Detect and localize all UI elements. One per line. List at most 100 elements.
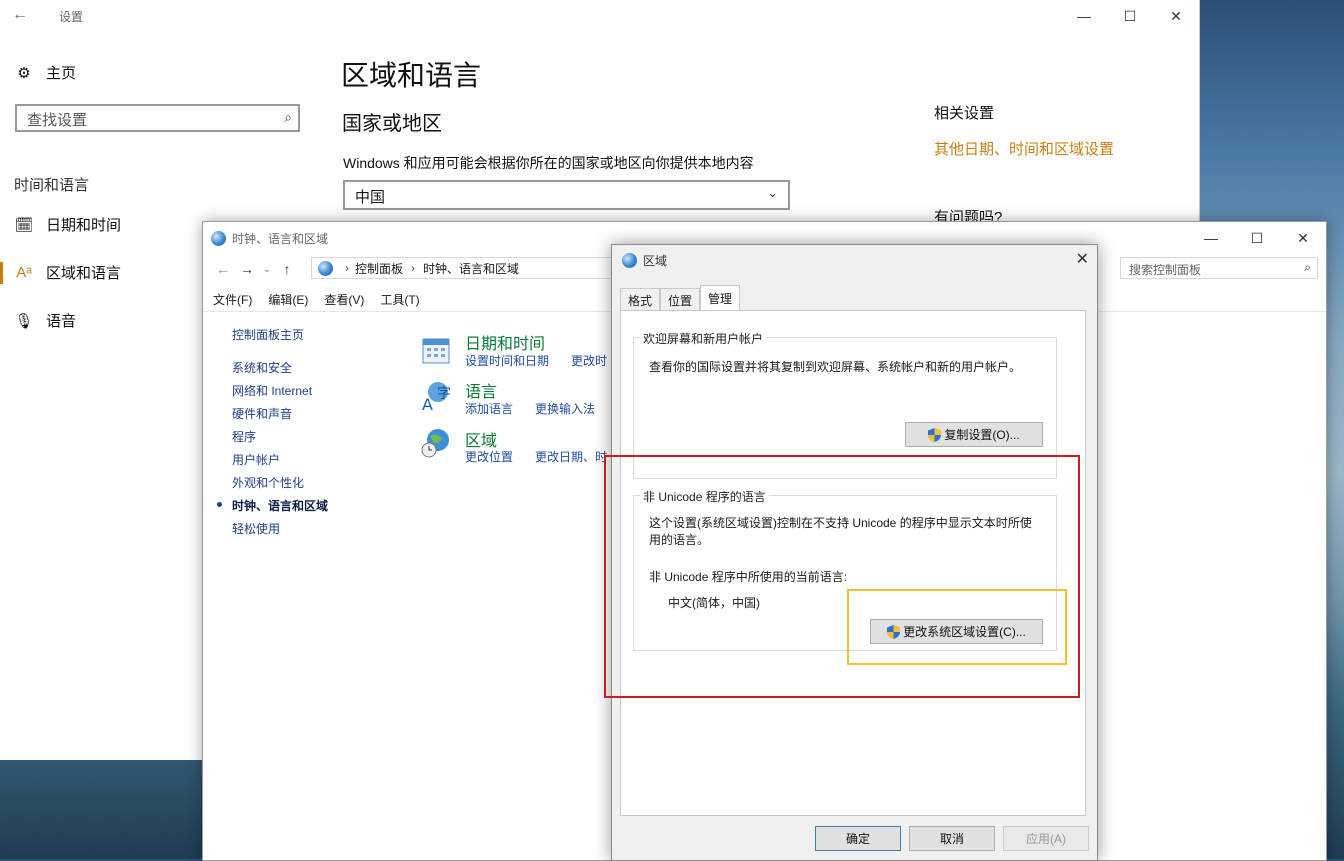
administrative-panel: 欢迎屏幕和新用户帐户 查看你的国际设置并将其复制到欢迎屏幕、系统帐户和新的用户帐… (620, 310, 1086, 816)
region-dialog: 区域 ✕ 格式 位置 管理 欢迎屏幕和新用户帐户 查看你的国际设置并将其复制到欢… (611, 244, 1098, 861)
close-icon[interactable]: ✕ (1280, 222, 1326, 254)
recent-chevron-icon[interactable]: ⌄ (259, 264, 275, 275)
sidebar-item-label: 日期和时间 (46, 217, 122, 234)
sidebar-item-user-accounts[interactable]: 用户帐户 (232, 451, 280, 468)
maximize-icon[interactable]: ☐ (1107, 0, 1153, 32)
sidebar-item-network[interactable]: 网络和 Internet (232, 382, 312, 399)
change-system-locale-label: 更改系统区域设置(C)... (903, 625, 1026, 639)
sidebar-item-programs[interactable]: 程序 (232, 428, 256, 445)
language-icon[interactable]: 字 A (420, 380, 452, 412)
non-unicode-description: 这个设置(系统区域设置)控制在不支持 Unicode 的程序中显示文本时所使 用… (649, 515, 1057, 549)
sidebar-item-speech[interactable]: 🎙 语音 (14, 310, 76, 331)
menu-edit[interactable]: 编辑(E) (268, 291, 308, 308)
sidebar-item-label: 语音 (46, 313, 77, 330)
tab-location[interactable]: 位置 (660, 288, 701, 311)
minimize-icon[interactable]: — (1061, 0, 1107, 32)
category-date-time-title[interactable]: 日期和时间 (465, 330, 545, 354)
control-panel-icon (318, 260, 333, 276)
minimize-icon[interactable]: — (1188, 222, 1234, 254)
menu-view[interactable]: 查看(V) (324, 291, 364, 308)
copy-settings-button[interactable]: 复制设置(O)... (905, 422, 1043, 447)
cp-window-controls: — ☐ ✕ (1188, 222, 1326, 254)
ok-button[interactable]: 确定 (815, 826, 901, 851)
change-system-locale-button[interactable]: 更改系统区域设置(C)... (870, 619, 1043, 644)
link-change-location[interactable]: 更改位置 (465, 448, 513, 465)
link-add-language[interactable]: 添加语言 (465, 400, 513, 417)
chevron-down-icon: ⌄ (767, 185, 778, 200)
uac-shield-icon (928, 427, 942, 442)
globe-clock-icon[interactable] (420, 427, 452, 459)
sidebar-item-hardware-sound[interactable]: 硬件和声音 (232, 405, 292, 422)
back-arrow-icon[interactable]: ← (211, 261, 235, 277)
sidebar-item-cp-home[interactable]: 控制面板主页 (232, 326, 304, 343)
cancel-button[interactable]: 取消 (909, 826, 995, 851)
cp-search-input[interactable]: 搜索控制面板 ⌕ (1120, 257, 1318, 279)
link-change-timezone[interactable]: 更改时 (571, 352, 607, 369)
svg-text:A: A (422, 395, 433, 412)
country-description: Windows 和应用可能会根据你所在的国家或地区向你提供本地内容 (343, 155, 754, 171)
selected-indicator (0, 262, 3, 284)
menu-bar: 文件(F) 编辑(E) 查看(V) 工具(T) (213, 291, 420, 308)
maximize-icon[interactable]: ☐ (1234, 222, 1280, 254)
gear-icon: ⚙ (17, 64, 31, 82)
welcome-group-description: 查看你的国际设置并将其复制到欢迎屏幕、系统帐户和新的用户帐户。 (649, 360, 1022, 374)
non-unicode-legend: 非 Unicode 程序的语言 (640, 488, 769, 505)
cp-title: 时钟、语言和区域 (232, 232, 329, 246)
copy-settings-label: 复制设置(O)... (944, 428, 1020, 442)
forward-arrow-icon[interactable]: → (235, 261, 259, 277)
settings-search-input[interactable]: 查找设置 ⌕ (15, 104, 300, 132)
category-language-title[interactable]: 语言 (465, 378, 497, 402)
link-change-date-format[interactable]: 更改日期、时 (535, 448, 607, 465)
non-unicode-group: 非 Unicode 程序的语言 这个设置(系统区域设置)控制在不支持 Unico… (633, 488, 1057, 651)
sidebar-item-ease-of-access[interactable]: 轻松使用 (232, 520, 280, 537)
microphone-icon: 🎙 (14, 312, 34, 330)
sidebar-item-date-time[interactable]: 🗓 日期和时间 (14, 214, 121, 235)
link-change-input-method[interactable]: 更换输入法 (535, 400, 595, 417)
other-date-time-region-link[interactable]: 其他日期、时间和区域设置 (934, 138, 1114, 159)
breadcrumb-clock-region[interactable]: 时钟、语言和区域 (423, 260, 519, 277)
up-arrow-icon[interactable]: ↑ (275, 261, 299, 277)
clock-globe-icon (211, 231, 226, 246)
non-unicode-desc-line2: 用的语言。 (649, 533, 710, 547)
sidebar-item-system-security[interactable]: 系统和安全 (232, 359, 292, 376)
svg-text:字: 字 (437, 386, 451, 402)
welcome-group-legend: 欢迎屏幕和新用户帐户 (640, 330, 767, 347)
link-set-time-date[interactable]: 设置时间和日期 (465, 352, 549, 369)
close-icon[interactable]: ✕ (1153, 0, 1199, 32)
country-heading: 国家或地区 (342, 113, 442, 135)
uac-shield-icon (887, 624, 901, 639)
close-icon[interactable]: ✕ (1076, 249, 1089, 269)
home-nav-item[interactable]: ⚙ 主页 (14, 62, 76, 83)
region-titlebar: 区域 (622, 252, 667, 269)
tab-administrative[interactable]: 管理 (700, 285, 741, 311)
search-icon: ⌕ (1304, 260, 1311, 274)
breadcrumb-control-panel[interactable]: 控制面板 (355, 260, 403, 277)
apply-button[interactable]: 应用(A) (1003, 826, 1089, 851)
menu-tools[interactable]: 工具(T) (380, 291, 419, 308)
region-title: 区域 (643, 254, 668, 268)
country-value: 中国 (355, 189, 386, 206)
calendar-icon[interactable] (420, 334, 452, 366)
current-language-value: 中文(简体，中国) (668, 596, 760, 610)
welcome-screen-group: 欢迎屏幕和新用户帐户 查看你的国际设置并将其复制到欢迎屏幕、系统帐户和新的用户帐… (633, 330, 1057, 479)
calendar-clock-icon: 🗓 (14, 216, 34, 234)
menu-file[interactable]: 文件(F) (213, 291, 252, 308)
tab-formats[interactable]: 格式 (620, 288, 661, 311)
sidebar-item-region-language[interactable]: Aᵃ 区域和语言 (14, 262, 121, 283)
cp-titlebar: 时钟、语言和区域 (211, 230, 328, 247)
tab-strip: 格式 位置 管理 (620, 285, 741, 311)
address-bar[interactable]: › 控制面板 › 时钟、语言和区域 (311, 257, 621, 279)
breadcrumb-sep-icon: › (345, 261, 349, 275)
country-select[interactable]: 中国 ⌄ (343, 180, 790, 210)
language-icon: Aᵃ (16, 264, 32, 281)
home-label: 主页 (46, 65, 77, 82)
breadcrumb-sep-icon: › (411, 261, 416, 275)
section-label: 时间和语言 (14, 177, 90, 194)
search-icon: ⌕ (284, 109, 292, 125)
current-bullet-icon (217, 502, 222, 507)
related-settings-heading: 相关设置 (934, 105, 995, 122)
current-language-label: 非 Unicode 程序中所使用的当前语言: (649, 570, 848, 584)
sidebar-item-clock-region[interactable]: 时钟、语言和区域 (232, 497, 328, 514)
back-arrow-icon[interactable]: ← (12, 6, 28, 24)
sidebar-item-appearance[interactable]: 外观和个性化 (232, 474, 304, 491)
